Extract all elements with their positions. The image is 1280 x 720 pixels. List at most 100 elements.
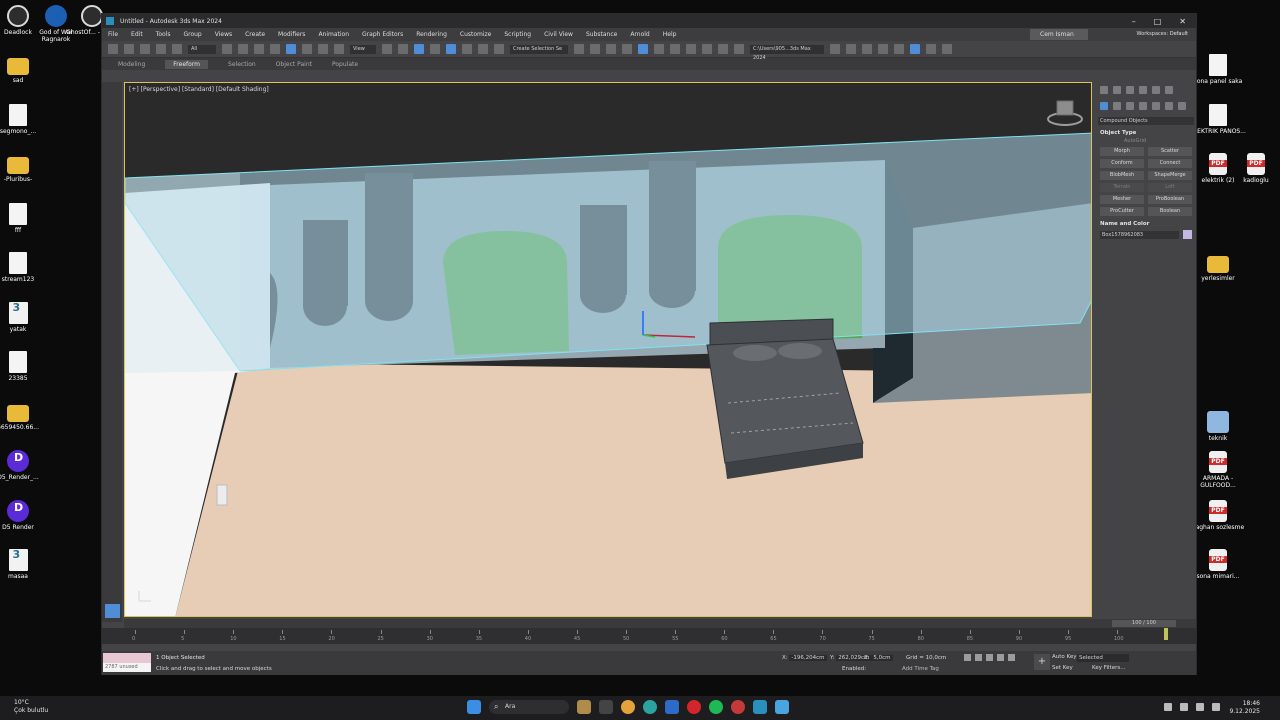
desktop-icon[interactable]: sona mimari... — [1188, 549, 1248, 580]
maxscript-input[interactable]: 2787 unused — [103, 663, 151, 672]
export-icon[interactable] — [894, 44, 904, 54]
user-account-button[interactable]: Cem Isman — [1030, 29, 1088, 40]
menu-item-help[interactable]: Help — [663, 31, 677, 38]
link-icon[interactable] — [140, 44, 150, 54]
object-type-rollout[interactable]: Object Type — [1100, 130, 1194, 136]
create-tab-icon[interactable] — [1100, 86, 1108, 94]
time-slider[interactable]: 100 / 100 — [124, 619, 1196, 628]
viewport-layout-icon[interactable] — [910, 44, 920, 54]
lights-icon[interactable] — [1126, 102, 1134, 110]
ribbon-tab-modeling[interactable]: Modeling — [118, 61, 145, 68]
auto-key-button[interactable]: Auto Key — [1052, 654, 1077, 660]
import-icon[interactable] — [878, 44, 888, 54]
pivot-icon[interactable] — [382, 44, 392, 54]
battery-icon[interactable] — [1212, 703, 1220, 711]
mirror-icon[interactable] — [574, 44, 584, 54]
volume-icon[interactable] — [1196, 703, 1204, 711]
go-to-start-icon[interactable] — [964, 654, 971, 661]
desktop-icon[interactable]: kadioglu — [1226, 153, 1280, 184]
schematic-view-icon[interactable] — [670, 44, 680, 54]
project-path-field[interactable]: C:\Users\905...3ds Max 2024 — [750, 44, 824, 61]
desktop-icon[interactable]: -Pluribus- — [0, 153, 48, 183]
move-icon[interactable] — [286, 44, 296, 54]
start-icon[interactable] — [467, 700, 481, 714]
object-type-conform-button[interactable]: Conform — [1100, 159, 1144, 168]
space-warps-icon[interactable] — [1165, 102, 1173, 110]
set-keys-button[interactable]: + — [1034, 654, 1050, 670]
desktop-icon[interactable]: fff — [0, 203, 48, 234]
ribbon-tab-selection[interactable]: Selection — [228, 61, 256, 68]
modify-tab-icon[interactable] — [1113, 86, 1121, 94]
rotate-icon[interactable] — [302, 44, 312, 54]
taskbar-search[interactable]: Ara — [489, 700, 569, 714]
object-type-connect-button[interactable]: Connect — [1148, 159, 1192, 168]
menu-item-modifiers[interactable]: Modifiers — [278, 31, 305, 38]
menu-item-group[interactable]: Group — [183, 31, 201, 38]
object-type-scatter-button[interactable]: Scatter — [1148, 147, 1192, 156]
geometry-icon[interactable] — [1100, 102, 1108, 110]
align-icon[interactable] — [590, 44, 600, 54]
object-type-shapemerge-button[interactable]: ShapeMerge — [1148, 171, 1192, 180]
desktop-icon[interactable]: 23385 — [0, 351, 48, 382]
shapes-icon[interactable] — [1113, 102, 1121, 110]
menu-item-file[interactable]: File — [108, 31, 118, 38]
object-color-swatch[interactable] — [1183, 230, 1192, 239]
desktop-icon[interactable]: stream123 — [0, 252, 48, 283]
render-icon[interactable] — [734, 44, 744, 54]
object-type-procutter-button[interactable]: ProCutter — [1100, 207, 1144, 216]
notepad-icon[interactable] — [775, 700, 789, 714]
edge-icon[interactable] — [643, 700, 657, 714]
menu-item-customize[interactable]: Customize — [460, 31, 492, 38]
render-setup-icon[interactable] — [702, 44, 712, 54]
current-frame-marker[interactable] — [1164, 628, 1168, 640]
display-tab-icon[interactable] — [1152, 86, 1160, 94]
object-type-terrain-button[interactable]: Terrain — [1100, 183, 1144, 192]
next-frame-icon[interactable] — [997, 654, 1004, 661]
sync-icon[interactable] — [942, 44, 952, 54]
scale-icon[interactable] — [318, 44, 328, 54]
maxscript-output[interactable] — [103, 653, 151, 663]
desktop-icon[interactable]: baghan sozlesme — [1188, 500, 1248, 531]
viewport-label[interactable]: [+] [Perspective] [Standard] [Default Sh… — [129, 86, 269, 93]
time-slider-knob[interactable]: 100 / 100 — [1112, 620, 1176, 627]
desktop-icon[interactable]: D5 Render — [0, 500, 48, 531]
go-to-end-icon[interactable] — [1008, 654, 1015, 661]
tray-arrow-icon[interactable] — [1164, 703, 1172, 711]
ribbon-toggle-icon[interactable] — [638, 44, 648, 54]
desktop-icon[interactable]: ARMADA - GULFOOD... — [1188, 451, 1248, 489]
spinner-snap-icon[interactable] — [478, 44, 488, 54]
chrome-icon[interactable] — [621, 700, 635, 714]
settings-icon[interactable] — [926, 44, 936, 54]
snaps-icon[interactable] — [430, 44, 440, 54]
ribbon-tab-populate[interactable]: Populate — [332, 61, 358, 68]
maxscript-listener[interactable]: 2787 unused — [103, 653, 151, 673]
menu-item-tools[interactable]: Tools — [156, 31, 171, 38]
hierarchy-tab-icon[interactable] — [1126, 86, 1134, 94]
cameras-icon[interactable] — [1139, 102, 1147, 110]
object-category-dropdown[interactable]: Compound Objects — [1098, 117, 1194, 125]
material-editor-icon[interactable] — [686, 44, 696, 54]
angle-snap-icon[interactable] — [446, 44, 456, 54]
autogrid-checkbox[interactable]: AutoGrid — [1124, 138, 1192, 144]
menu-item-rendering[interactable]: Rendering — [416, 31, 447, 38]
desktop-icon[interactable]: 6659450.66... — [0, 401, 48, 431]
object-type-loft-button[interactable]: Loft — [1148, 183, 1192, 192]
weather-widget[interactable]: 10°C Çok bulutlu — [14, 699, 48, 715]
percent-snap-icon[interactable] — [462, 44, 472, 54]
scene-explorer-icon[interactable] — [606, 44, 616, 54]
desktop-icon[interactable]: D5_Render_... — [0, 450, 48, 481]
menu-item-substance[interactable]: Substance — [586, 31, 617, 38]
add-time-tag[interactable]: Add Time Tag — [902, 666, 939, 672]
previous-frame-icon[interactable] — [975, 654, 982, 661]
reference-coord-dropdown[interactable]: View — [350, 44, 376, 54]
manipulate-icon[interactable] — [398, 44, 408, 54]
curve-editor-icon[interactable] — [654, 44, 664, 54]
store-icon[interactable] — [665, 700, 679, 714]
project-folder-icon[interactable] — [830, 44, 840, 54]
redo-icon[interactable] — [124, 44, 134, 54]
object-type-proboolean-button[interactable]: ProBoolean — [1148, 195, 1192, 204]
object-name-field[interactable]: Box1578962083 — [1100, 230, 1179, 239]
save-icon[interactable] — [862, 44, 872, 54]
desktop-icon[interactable]: yerlesimler — [1188, 252, 1248, 282]
place-icon[interactable] — [334, 44, 344, 54]
